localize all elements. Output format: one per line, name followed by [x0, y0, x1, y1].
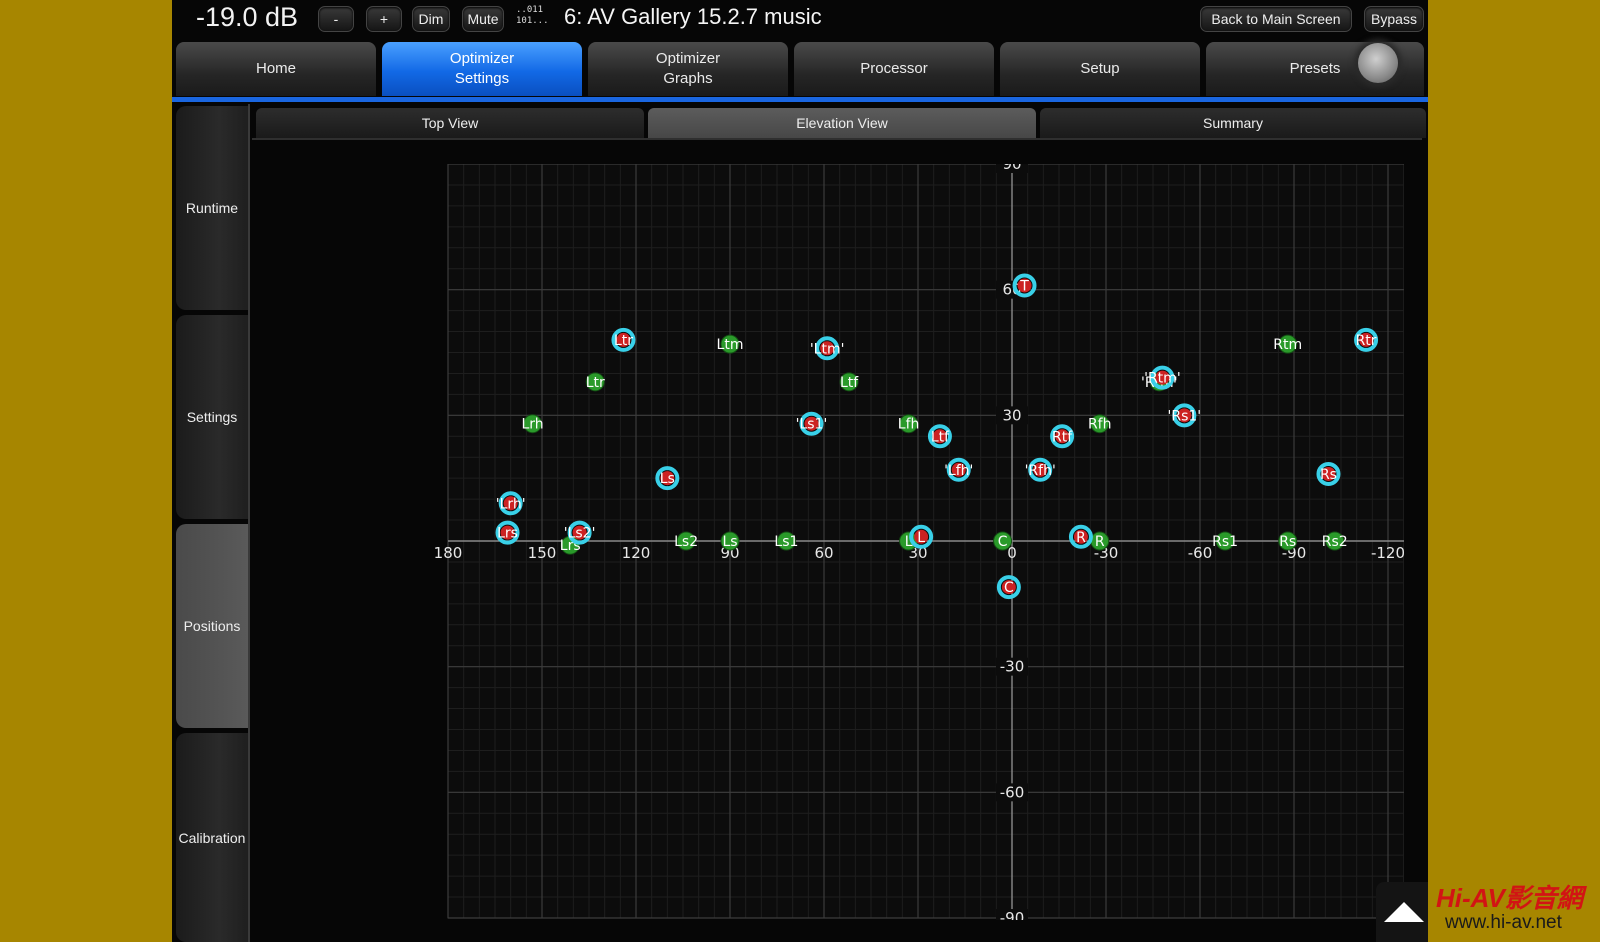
up-arrow-icon [1384, 902, 1424, 922]
x-tick-label: -60 [1188, 544, 1213, 562]
speaker-label: 'Rs1' [1168, 408, 1202, 424]
speaker-label: Ltf [931, 429, 950, 445]
speaker-label: 'Ls2' [564, 526, 596, 542]
y-tick-label: -60 [1000, 783, 1025, 801]
back-to-main-screen-button[interactable]: Back to Main Screen [1200, 6, 1352, 32]
x-tick-label: 120 [622, 544, 651, 562]
main-tab-bar: Home Optimizer Settings Optimizer Graphs… [172, 40, 1428, 98]
side-tab-calibration-label: Calibration [178, 829, 246, 846]
side-tab-positions[interactable]: Positions [176, 524, 248, 728]
speaker-label: 'Ls1' [796, 417, 828, 433]
dim-button[interactable]: Dim [412, 6, 450, 32]
subtab-underline [252, 138, 1422, 140]
speaker-label: Ltm [717, 337, 744, 353]
tab-optimizer-graphs[interactable]: Optimizer Graphs [588, 42, 788, 96]
speaker-label: Ltr [586, 375, 605, 391]
speaker-label: L [917, 530, 925, 546]
speaker-label: Lfh [898, 417, 920, 433]
bitstream-line-1: ..011 [516, 5, 544, 15]
volume-down-button[interactable]: - [318, 6, 354, 32]
speaker-label: Ls [660, 471, 675, 487]
tab-setup[interactable]: Setup [1000, 42, 1200, 96]
speaker-label: Rs [1279, 534, 1296, 550]
top-bar: -19.0 dB - + Dim Mute ..011 101... 6: AV… [172, 0, 1428, 38]
side-tab-settings-label: Settings [186, 409, 238, 425]
speaker-label: T [1019, 278, 1029, 294]
y-tick-label: -30 [1000, 658, 1025, 676]
volume-readout: -19.0 dB [196, 2, 299, 32]
scroll-up-button[interactable] [1376, 882, 1428, 942]
speaker-label: Rtm [1273, 337, 1302, 353]
speaker-label: Rtf [1052, 429, 1073, 445]
presets-knob-icon[interactable] [1358, 43, 1398, 83]
y-tick-label: 90 [1002, 164, 1021, 173]
speaker-label: Ltf [840, 375, 859, 391]
tab-home[interactable]: Home [176, 42, 376, 96]
side-tab-runtime-label: Runtime [185, 200, 239, 216]
speaker-label: R [1076, 530, 1086, 546]
volume-up-button[interactable]: + [366, 6, 402, 32]
app-window: -19.0 dB - + Dim Mute ..011 101... 6: AV… [172, 0, 1428, 942]
speaker-label: Ls2 [674, 534, 698, 550]
watermark-url: www.hi-av.net [1445, 912, 1562, 933]
speaker-label: Lrs [497, 526, 518, 542]
watermark-logo: Hi-AV影音網 [1436, 883, 1583, 913]
side-tab-calibration[interactable]: Calibration [176, 733, 248, 942]
x-tick-label: 150 [528, 544, 557, 562]
speaker-label: Lrh [522, 417, 544, 433]
speaker-label: 'Lrh' [496, 496, 526, 512]
speaker-label: C [998, 534, 1008, 550]
side-divider [248, 104, 250, 942]
speaker-label: Ls [722, 534, 737, 550]
speaker-label: Rs [1320, 467, 1337, 483]
speaker-label: Ls1 [774, 534, 798, 550]
y-tick-label: -90 [1000, 909, 1025, 920]
speaker-label: R [1095, 534, 1105, 550]
tab-optimizer-settings[interactable]: Optimizer Settings [382, 42, 582, 96]
speaker-label: 'Rfh' [1025, 463, 1056, 479]
speaker-label: Rs2 [1322, 534, 1348, 550]
x-tick-label: 60 [814, 544, 833, 562]
bitstream-line-2: 101... [516, 16, 549, 26]
tab-summary[interactable]: Summary [1040, 108, 1426, 138]
speaker-label: C [1004, 580, 1014, 596]
speaker-label: Rtr [1356, 333, 1377, 349]
speaker-label: Ltr [614, 333, 633, 349]
bitstream-indicator: ..011 101... [516, 5, 549, 27]
x-tick-label: -120 [1371, 544, 1404, 562]
side-tab-positions-label: Positions [183, 618, 241, 634]
elevation-chart[interactable]: 1801501209060300-30-60-90-120-150-180906… [276, 164, 1404, 920]
bypass-button[interactable]: Bypass [1364, 6, 1424, 32]
mute-button[interactable]: Mute [462, 6, 504, 32]
y-tick-label: 30 [1002, 406, 1021, 424]
tab-top-view[interactable]: Top View [256, 108, 644, 138]
tab-accent-bar [172, 97, 1428, 102]
speaker-label: Rfh [1088, 417, 1112, 433]
side-tab-settings[interactable]: Settings [176, 315, 248, 519]
speaker-label: 'Ltm' [810, 341, 845, 357]
side-tab-runtime[interactable]: Runtime [176, 106, 248, 310]
x-tick-label: 180 [434, 544, 463, 562]
speaker-label: 'Rtm' [1144, 371, 1181, 387]
tab-processor[interactable]: Processor [794, 42, 994, 96]
speaker-label: 'Lfh' [944, 463, 973, 479]
tab-elevation-view[interactable]: Elevation View [648, 108, 1036, 138]
speaker-label: Rs1 [1212, 534, 1238, 550]
preset-title: 6: AV Gallery 15.2.7 music [564, 4, 822, 29]
